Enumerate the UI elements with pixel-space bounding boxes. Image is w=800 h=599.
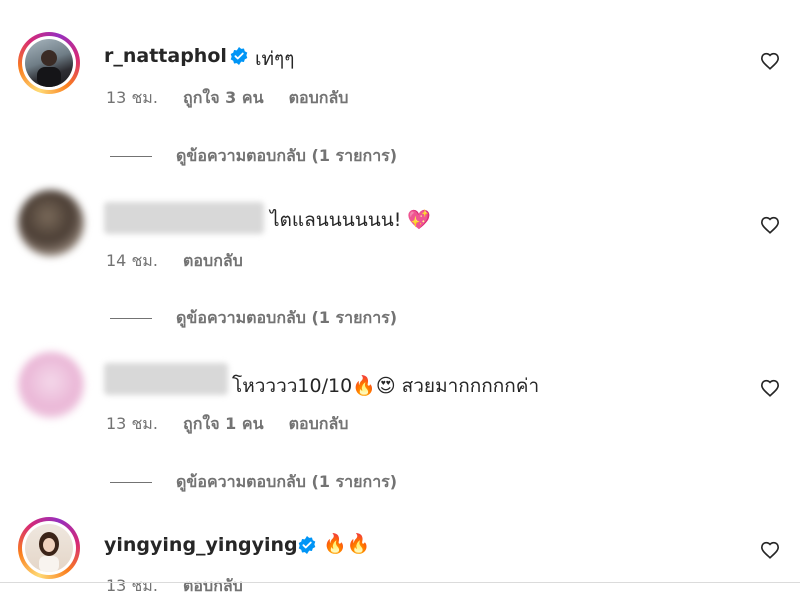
verified-badge-icon <box>230 47 248 65</box>
view-replies-button[interactable]: ดูข้อความตอบกลับ (1 รายการ) <box>110 470 397 495</box>
heart-outline-icon[interactable] <box>760 216 780 234</box>
heart-outline-icon[interactable] <box>760 52 780 70</box>
reply-button[interactable]: ตอบกลับ <box>183 576 243 595</box>
comment-time: 13 ชม. <box>106 414 158 433</box>
avatar-story-ring[interactable] <box>18 32 80 94</box>
reply-button[interactable]: ตอบกลับ <box>289 414 349 433</box>
comment-text: ไตแลนนนนนน! 💖 <box>270 209 432 231</box>
heart-outline-icon[interactable] <box>760 541 780 559</box>
view-replies-button[interactable]: ดูข้อความตอบกลับ (1 รายการ) <box>110 306 397 331</box>
divider-dash <box>110 482 152 483</box>
comment-time: 14 ชม. <box>106 251 158 270</box>
reply-button[interactable]: ตอบกลับ <box>183 251 243 270</box>
verified-badge-icon <box>298 536 316 554</box>
avatar-figure-icon <box>37 50 61 87</box>
avatar <box>25 524 73 572</box>
avatar[interactable] <box>18 190 84 256</box>
comment-username-blurred[interactable] <box>104 363 228 395</box>
likes-count-link[interactable]: ถูกใจ 1 คน <box>183 414 263 433</box>
view-replies-button[interactable]: ดูข้อความตอบกลับ (1 รายการ) <box>110 144 397 169</box>
bottom-divider <box>0 582 800 583</box>
comment-username-blurred[interactable] <box>104 202 264 234</box>
comment-username[interactable]: yingying_yingying <box>104 534 298 556</box>
divider-dash <box>110 156 152 157</box>
comment-text: 🔥🔥 <box>323 533 371 555</box>
comment-meta: 13 ชม. ถูกใจ 3 คน ตอบกลับ <box>106 86 368 111</box>
divider-dash <box>110 318 152 319</box>
comment-meta: 14 ชม. ตอบกลับ <box>106 249 263 274</box>
comment-text: โหวววว10/10🔥😍 สวยมากกกกกค่า <box>232 375 540 397</box>
comment-username[interactable]: r_nattaphol <box>104 45 227 67</box>
heart-outline-icon[interactable] <box>760 379 780 397</box>
avatar <box>25 39 73 87</box>
avatar[interactable] <box>18 352 84 418</box>
reply-button[interactable]: ตอบกลับ <box>289 88 349 107</box>
avatar-figure-icon <box>39 532 59 572</box>
comment-time: 13 ชม. <box>106 576 158 595</box>
likes-count-link[interactable]: ถูกใจ 3 คน <box>183 88 263 107</box>
avatar-story-ring[interactable] <box>18 517 80 579</box>
comment-meta: 13 ชม. ถูกใจ 1 คน ตอบกลับ <box>106 412 368 437</box>
comment-meta: 13 ชม. ตอบกลับ <box>106 574 263 599</box>
comment-text: เท่ๆๆ <box>255 48 295 70</box>
comment-time: 13 ชม. <box>106 88 158 107</box>
